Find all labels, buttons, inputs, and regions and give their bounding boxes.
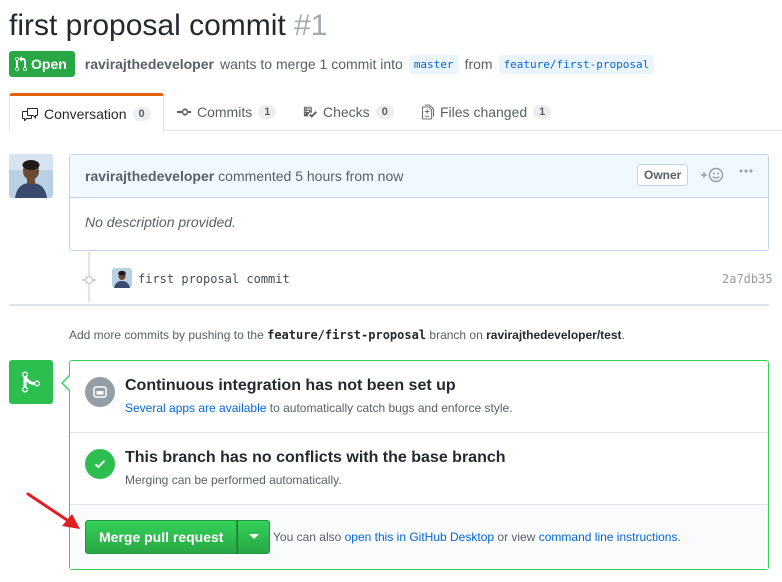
head-branch[interactable]: feature/first-proposal (498, 54, 655, 74)
triangle-down-icon (248, 534, 259, 539)
kebab-horizontal-icon (739, 169, 753, 173)
push-hint: Add more commits by pushing to the featu… (69, 328, 625, 342)
file-diff-icon (422, 104, 434, 120)
github-desktop-link[interactable]: open this in GitHub Desktop (345, 530, 494, 544)
comment-options-button[interactable] (738, 163, 754, 184)
tab-label: Checks (323, 104, 370, 120)
git-commit-icon (177, 108, 191, 116)
merge-status-icon (9, 360, 53, 404)
hint-suffix: . (621, 328, 625, 342)
tab-label: Conversation (44, 105, 127, 122)
base-branch[interactable]: master (408, 54, 459, 74)
merge-options-dropdown[interactable] (237, 520, 271, 554)
ci-title: Continuous integration has not been set … (125, 377, 456, 394)
hint-prefix: Add more commits by pushing to the (69, 328, 264, 342)
tab-label: Commits (197, 104, 253, 120)
author-link[interactable]: ravirajthedeveloper (85, 56, 214, 72)
comment-body: No description provided. (85, 214, 236, 230)
comment-box: ravirajthedeveloper commented 5 hours fr… (69, 154, 769, 251)
state-badge: Open (9, 51, 75, 77)
ci-rest: to automatically catch bugs and enforce … (269, 401, 513, 415)
tab-count: 0 (132, 106, 151, 121)
smiley-icon (701, 167, 724, 183)
comment-discussion-icon (22, 107, 38, 121)
command-line-instructions-link[interactable]: command line instructions (539, 530, 678, 544)
tab-files-changed[interactable]: Files changed 1 (422, 93, 552, 131)
merge-text: wants to merge 1 commit into (219, 56, 403, 72)
avatar-photo-icon (112, 268, 132, 288)
merge-button-group: Merge pull request (85, 520, 271, 554)
merge-box: Continuous integration has not been set … (61, 360, 769, 570)
pr-number: #1 (294, 9, 328, 42)
avatar[interactable] (9, 154, 53, 198)
ci-section: Continuous integration has not been set … (70, 361, 768, 433)
owner-badge: Owner (637, 164, 689, 186)
integration-icon (93, 386, 107, 398)
git-pull-request-icon (15, 56, 27, 72)
conflict-section: This branch has no conflicts with the ba… (70, 433, 768, 505)
tab-commits[interactable]: Commits 1 (177, 93, 277, 131)
tab-count: 1 (533, 105, 552, 119)
hint-repo: ravirajthedeveloper/test (486, 328, 622, 342)
comment-time[interactable]: commented 5 hours from now (218, 168, 403, 184)
merge-action-section: Merge pull request You can also open thi… (70, 505, 768, 569)
comment-author-link[interactable]: ravirajthedeveloper (85, 168, 214, 184)
commit-message-link[interactable]: first proposal commit (138, 272, 290, 286)
commit-sha-link[interactable]: 2a7db35 (722, 272, 773, 286)
hint-middle: branch on (429, 328, 483, 342)
ci-status-icon (85, 377, 115, 407)
conflict-title: This branch has no conflicts with the ba… (125, 449, 506, 466)
tab-conversation[interactable]: Conversation 0 (9, 93, 164, 132)
hint-branch: feature/first-proposal (267, 328, 427, 342)
ci-subtitle: Several apps are available to automatica… (125, 401, 513, 415)
git-commit-icon (82, 275, 96, 285)
or-view-text: or view (497, 530, 536, 544)
state-label: Open (31, 56, 67, 72)
tab-label: Files changed (440, 104, 528, 120)
apps-available-link[interactable]: Several apps are available (125, 401, 266, 415)
checklist-icon (303, 106, 317, 118)
merge-alternatives: You can also open this in GitHub Desktop… (273, 530, 681, 544)
also-prefix: You can also (273, 530, 342, 544)
conflict-subtitle: Merging can be performed automatically. (125, 473, 342, 487)
pr-title: first proposal commit #1 (9, 6, 327, 46)
tab-count: 0 (375, 105, 394, 119)
add-reaction-button[interactable] (700, 167, 724, 186)
period: . (677, 530, 681, 544)
check-status-icon (85, 449, 115, 479)
merge-pull-request-button[interactable]: Merge pull request (85, 520, 238, 554)
pr-meta: Open ravirajthedeveloper wants to merge … (9, 51, 655, 77)
from-text: from (464, 56, 493, 72)
git-merge-icon (22, 371, 40, 393)
pr-title-text: first proposal commit (9, 9, 286, 42)
check-icon (94, 460, 106, 469)
tab-checks[interactable]: Checks 0 (303, 93, 394, 131)
timeline-divider (9, 304, 769, 306)
tab-count: 1 (258, 105, 277, 119)
pr-tabs: Conversation 0 Commits 1 Checks 0 Files … (9, 93, 782, 132)
commit-author-avatar[interactable] (112, 268, 132, 288)
annotation-arrow-icon (26, 492, 80, 529)
avatar-photo-icon (9, 154, 53, 198)
